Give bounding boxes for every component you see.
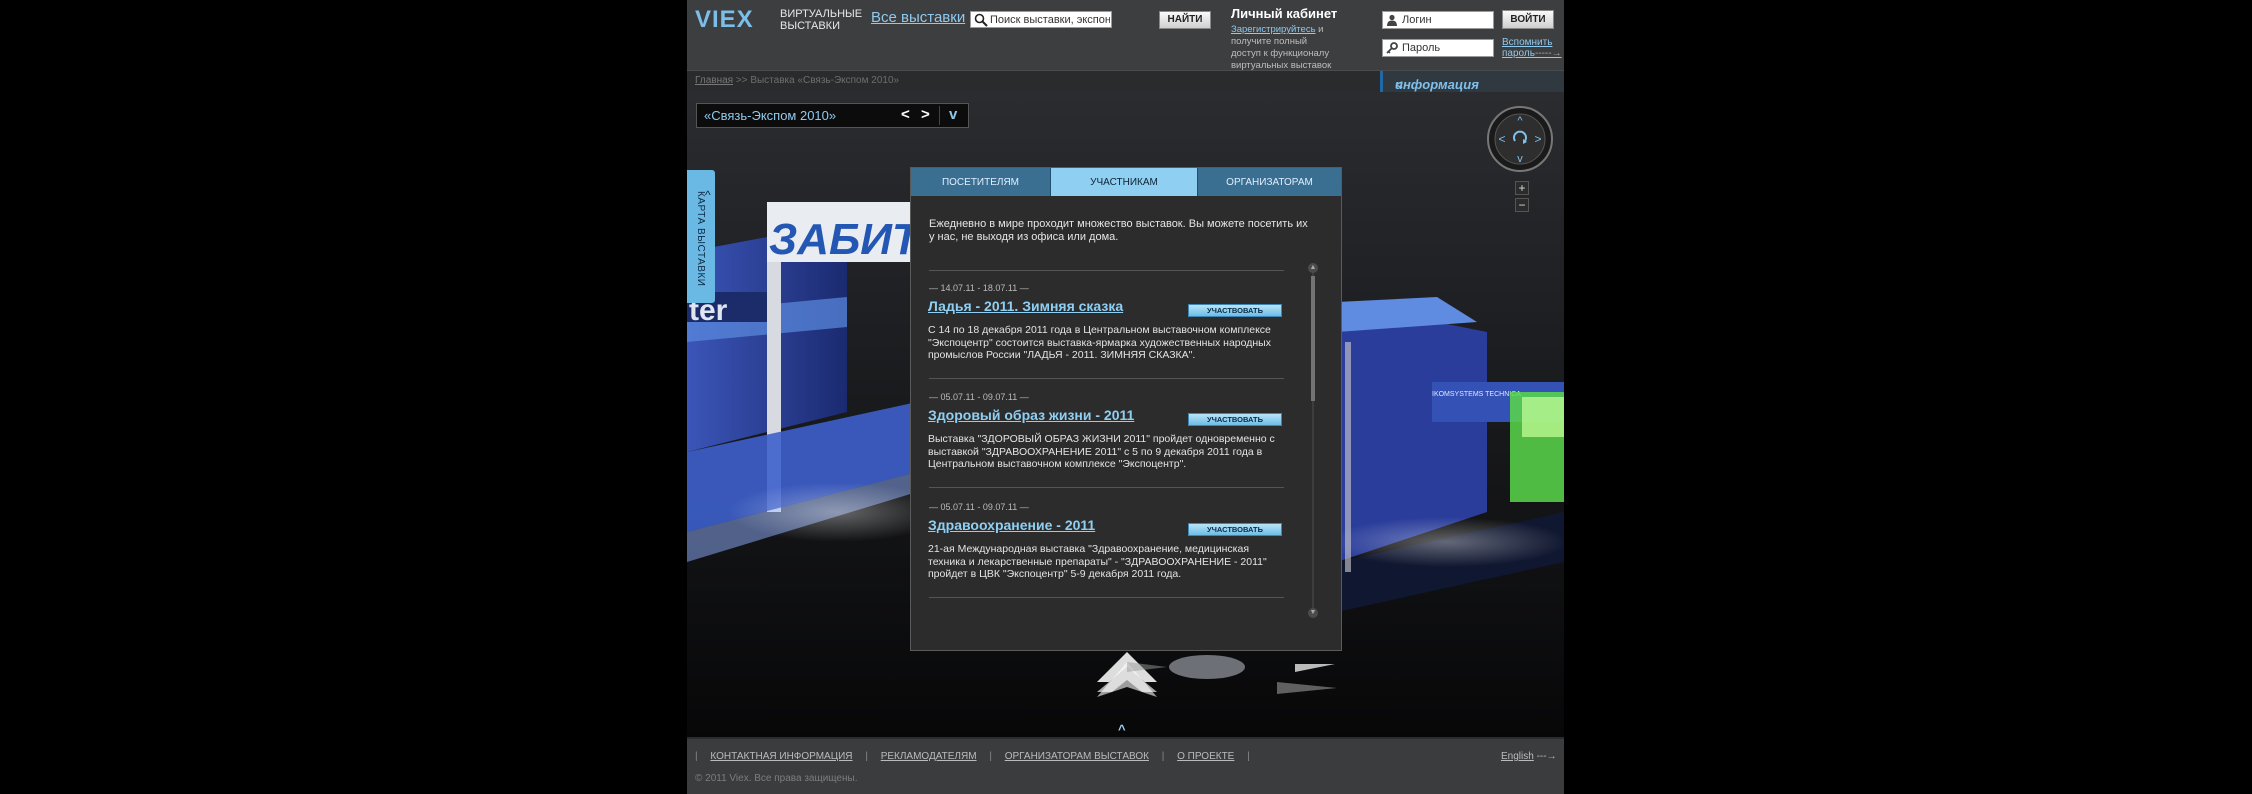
panel-intro: Ежедневно в мире проходит множество выст…	[929, 218, 1308, 243]
scroll-down-icon[interactable]: ▼	[1308, 608, 1318, 618]
scroll-up-icon[interactable]: ▲	[1308, 263, 1318, 273]
footer-link-about[interactable]: О ПРОЕКТЕ	[1177, 751, 1234, 762]
footer-link-advertisers[interactable]: РЕКЛАМОДАТЕЛЯМ	[881, 751, 977, 762]
register-link[interactable]: Зарегистрируйтесь	[1231, 24, 1316, 35]
floor-spot-marker[interactable]	[1169, 655, 1245, 679]
divider	[929, 487, 1284, 488]
exhibition-name: «Связь-Экспом 2010»	[704, 108, 837, 123]
logo-tagline: ВИРТУАЛЬНЫЕ ВЫСТАВКИ	[780, 8, 862, 32]
compass-right-icon[interactable]: >	[1534, 132, 1541, 146]
event-date: — 05.07.11 - 09.07.11 —	[929, 392, 1029, 402]
breadcrumb-bar: Главная >> Выставка «Связь-Экспом 2010» …	[687, 70, 1564, 93]
viex-logo[interactable]: VIEX	[695, 8, 775, 30]
participate-button[interactable]: УЧАСТВОВАТЬ	[1188, 523, 1282, 536]
event-description: 21-ая Международная выставка "Здравоохра…	[928, 543, 1267, 580]
panel-tabs: ПОСЕТИТЕЛЯМ УЧАСТНИКАМ ОРГАНИЗАТОРАМ	[911, 168, 1341, 196]
divider	[929, 270, 1284, 271]
compass-down-icon[interactable]: v	[1517, 153, 1523, 165]
expand-bottom-panel-icon[interactable]: ^	[1118, 722, 1126, 737]
participate-button[interactable]: УЧАСТВОВАТЬ	[1188, 304, 1282, 317]
info-panel: ПОСЕТИТЕЛЯМ УЧАСТНИКАМ ОРГАНИЗАТОРАМ Еже…	[910, 167, 1342, 651]
event-date: — 14.07.11 - 18.07.11 —	[929, 283, 1029, 293]
forgot-arrow: -----→	[1534, 48, 1562, 59]
footer-nav: | КОНТАКТНАЯ ИНФОРМАЦИЯ | РЕКЛАМОДАТЕЛЯМ…	[695, 751, 1260, 762]
expand-selector-button[interactable]: v	[949, 106, 957, 123]
participate-button[interactable]: УЧАСТВОВАТЬ	[1188, 413, 1282, 426]
divider	[929, 378, 1284, 379]
footer-pipe: |	[1161, 751, 1165, 762]
divider	[929, 597, 1284, 598]
cabinet-title: Личный кабинет	[1231, 6, 1338, 21]
breadcrumb: Главная >> Выставка «Связь-Экспом 2010»	[695, 75, 899, 86]
compass-left-icon[interactable]: <	[1498, 132, 1505, 146]
next-exhibition-button[interactable]: >	[921, 106, 930, 123]
tab-visitors[interactable]: ПОСЕТИТЕЛЯМ	[911, 168, 1050, 196]
navigation-compass[interactable]: ^ v < >	[1487, 106, 1553, 172]
search-input[interactable]	[990, 12, 1110, 27]
app-window: VIEX ВИРТУАЛЬНЫЕ ВЫСТАВКИ Все выставки Н…	[687, 0, 1564, 794]
compass-up-icon[interactable]: ^	[1517, 115, 1523, 127]
cabinet-description: Зарегистрируйтесь и получите полный дост…	[1231, 24, 1336, 72]
event-description: Выставка "ЗДОРОВЫЙ ОБРАЗ ЖИЗНИ 2011" про…	[928, 433, 1275, 470]
footer-pipe: |	[989, 751, 992, 762]
exhibition-map-tab[interactable]: ^ КАРТА ВЫСТАВКИ	[687, 170, 715, 303]
zoom-in-button[interactable]: +	[1515, 181, 1529, 195]
password-input[interactable]	[1402, 41, 1490, 55]
event-title[interactable]: Ладья - 2011. Зимняя сказка	[928, 298, 1123, 314]
search-button[interactable]: НАЙТИ	[1159, 11, 1211, 29]
forgot-line1: Вспомнить	[1502, 37, 1553, 48]
info-tab[interactable]: < информация	[1380, 71, 1564, 93]
breadcrumb-current: Выставка «Связь-Экспом 2010»	[750, 75, 900, 86]
login-button[interactable]: ВОЙТИ	[1502, 10, 1554, 29]
logo-tagline-line1: ВИРТУАЛЬНЫЕ	[780, 8, 863, 20]
breadcrumb-separator: >>	[733, 75, 751, 86]
footer-pipe: |	[695, 751, 698, 762]
tab-organizers[interactable]: ОРГАНИЗАТОРАМ	[1198, 168, 1341, 196]
scroll-thumb[interactable]	[1311, 276, 1315, 401]
footer-link-organizers[interactable]: ОРГАНИЗАТОРАМ ВЫСТАВОК	[1005, 751, 1149, 762]
footer: | КОНТАКТНАЯ ИНФОРМАЦИЯ | РЕКЛАМОДАТЕЛЯМ…	[687, 737, 1564, 794]
panel-scrollbar[interactable]: ▲ ▼	[1308, 263, 1318, 618]
language-switch[interactable]: English ---→	[1501, 751, 1557, 762]
footer-pipe: |	[865, 751, 868, 762]
key-icon	[1386, 42, 1398, 54]
event-description: С 14 по 18 декабря 2011 года в Центральн…	[928, 324, 1271, 361]
all-exhibitions-link[interactable]: Все выставки	[871, 9, 965, 26]
password-field[interactable]	[1382, 39, 1494, 57]
english-link[interactable]: English	[1501, 751, 1534, 762]
map-tab-label: КАРТА ВЫСТАВКИ	[695, 191, 706, 287]
booth-brand: IKOMSYSTEMS TECHNICA	[1432, 391, 1521, 398]
exhibition-selector[interactable]: «Связь-Экспом 2010» < > v	[696, 103, 969, 128]
logo-tagline-line2: ВЫСТАВКИ	[780, 20, 840, 32]
event-date: — 05.07.11 - 09.07.11 —	[929, 502, 1029, 512]
prev-exhibition-button[interactable]: <	[901, 106, 910, 123]
footer-link-contacts[interactable]: КОНТАКТНАЯ ИНФОРМАЦИЯ	[710, 751, 852, 762]
event-title[interactable]: Здоровый образ жизни - 2011	[928, 407, 1134, 423]
user-icon	[1387, 14, 1397, 26]
english-arrow: ---→	[1536, 751, 1557, 762]
forgot-password-link[interactable]: Вспомнить пароль-----→	[1502, 37, 1562, 59]
event-title[interactable]: Здравоохранение - 2011	[928, 517, 1095, 533]
breadcrumb-home[interactable]: Главная	[695, 75, 733, 86]
zoom-out-button[interactable]: −	[1515, 198, 1529, 212]
selector-divider	[939, 106, 940, 125]
search-box[interactable]	[970, 11, 1112, 28]
copyright: © 2011 Viex. Все права защищены.	[695, 773, 858, 784]
tab-participants[interactable]: УЧАСТНИКАМ	[1051, 168, 1197, 196]
svg-text:VIEX: VIEX	[695, 8, 754, 30]
info-tab-label: информация	[1395, 77, 1479, 92]
login-field[interactable]	[1382, 11, 1494, 29]
footer-pipe: |	[1247, 751, 1250, 762]
forgot-line2: пароль	[1502, 48, 1535, 59]
search-icon	[974, 13, 988, 27]
login-input[interactable]	[1402, 13, 1490, 27]
header: VIEX ВИРТУАЛЬНЫЕ ВЫСТАВКИ Все выставки Н…	[687, 0, 1564, 72]
